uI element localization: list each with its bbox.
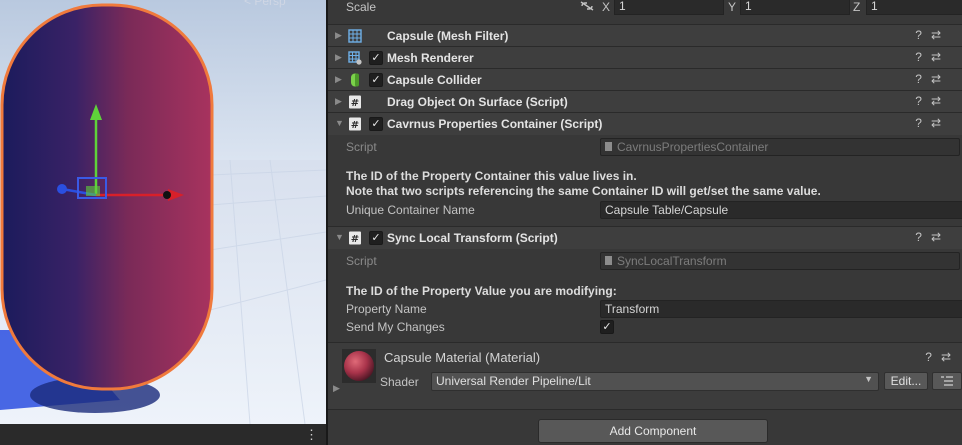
help-icon[interactable]: ?	[915, 116, 931, 130]
mesh-filter-header[interactable]: ▶ Capsule (Mesh Filter) ?⇄	[328, 24, 962, 47]
component-title: Mesh Renderer	[387, 51, 474, 65]
material-title: Capsule Material (Material)	[384, 350, 541, 365]
scene-status-bar	[0, 424, 326, 445]
material-preview-icon	[342, 349, 376, 383]
scale-x-label: X	[602, 0, 611, 14]
help-icon[interactable]: ?	[915, 72, 931, 86]
link-icon[interactable]	[580, 1, 594, 11]
sync-transform-body: Script SyncLocalTransform The ID of the …	[328, 249, 962, 341]
shader-value: Universal Render Pipeline/Lit	[436, 374, 591, 388]
shader-menu-button[interactable]	[932, 372, 962, 390]
more-options-icon[interactable]: ⋮	[305, 428, 318, 441]
mesh-renderer-icon	[348, 51, 362, 65]
foldout-arrow-icon[interactable]: ▼	[335, 232, 344, 242]
component-title: Capsule (Mesh Filter)	[387, 29, 509, 43]
scale-row: Scale X 1 Y 1 Z 1	[328, 0, 962, 24]
help-text-line2: Note that two scripts referencing the sa…	[346, 184, 821, 198]
mesh-filter-icon	[348, 29, 362, 43]
component-title: Drag Object On Surface (Script)	[387, 95, 568, 109]
container-name-field[interactable]: Capsule Table/Capsule	[600, 201, 962, 219]
svg-text:#: #	[351, 98, 359, 109]
settings-icon[interactable]: ⇄	[931, 94, 950, 108]
settings-icon[interactable]: ⇄	[931, 28, 950, 42]
foldout-arrow-icon[interactable]: ▶	[333, 383, 340, 394]
edit-shader-button[interactable]: Edit...	[884, 372, 928, 390]
help-icon[interactable]: ?	[915, 94, 931, 108]
svg-text:#: #	[351, 234, 359, 245]
container-name-label: Unique Container Name	[346, 203, 475, 217]
settings-icon[interactable]: ⇄	[931, 230, 950, 244]
scale-y-field[interactable]: 1	[740, 0, 850, 15]
scene-view[interactable]: < Persp ⋮	[0, 0, 326, 445]
script-icon: #	[349, 117, 361, 131]
material-section: ▶ Capsule Material (Material) ?⇄ Shader …	[328, 342, 962, 410]
help-icon[interactable]: ?	[915, 230, 931, 244]
help-icon[interactable]: ?	[925, 350, 941, 364]
mesh-renderer-header[interactable]: ▶ ✓ Mesh Renderer ?⇄	[328, 46, 962, 69]
help-text-line1: The ID of the Property Container this va…	[346, 169, 637, 183]
drag-object-header[interactable]: ▶ # Drag Object On Surface (Script) ?⇄	[328, 90, 962, 113]
foldout-arrow-icon[interactable]: ▶	[335, 74, 342, 85]
script-icon: #	[349, 95, 361, 109]
script-field[interactable]: SyncLocalTransform	[600, 252, 960, 270]
list-icon	[941, 376, 953, 386]
capsule-collider-icon	[351, 73, 359, 87]
foldout-arrow-icon[interactable]: ▼	[335, 118, 344, 128]
svg-text:#: #	[351, 120, 359, 131]
scale-x-field[interactable]: 1	[614, 0, 724, 15]
scale-z-label: Z	[853, 0, 861, 14]
send-changes-label: Send My Changes	[346, 320, 445, 334]
shader-label: Shader	[380, 375, 419, 389]
scale-z-field[interactable]: 1	[866, 0, 962, 15]
send-changes-checkbox[interactable]: ✓	[600, 320, 614, 334]
chevron-down-icon: ▼	[864, 374, 873, 384]
component-title: Cavrnus Properties Container (Script)	[387, 117, 603, 131]
script-field[interactable]: CavrnusPropertiesContainer	[600, 138, 960, 156]
script-icon: #	[349, 231, 361, 245]
capsule-collider-header[interactable]: ▶ ✓ Capsule Collider ?⇄	[328, 68, 962, 91]
settings-icon[interactable]: ⇄	[931, 50, 950, 64]
help-icon[interactable]: ?	[915, 28, 931, 42]
shader-dropdown[interactable]: Universal Render Pipeline/Lit ▼	[431, 372, 879, 391]
settings-icon[interactable]: ⇄	[931, 116, 950, 130]
property-name-field[interactable]: Transform	[600, 300, 962, 318]
component-title: Sync Local Transform (Script)	[387, 231, 558, 245]
script-label: Script	[346, 254, 377, 268]
scale-y-label: Y	[728, 0, 737, 14]
foldout-arrow-icon[interactable]: ▶	[335, 52, 342, 63]
add-component-button[interactable]: Add Component	[538, 419, 768, 443]
properties-container-body: Script CavrnusPropertiesContainer The ID…	[328, 135, 962, 225]
scene-canvas[interactable]	[0, 0, 326, 445]
script-value: SyncLocalTransform	[617, 254, 727, 268]
settings-icon[interactable]: ⇄	[941, 350, 960, 364]
inspector-panel: Scale X 1 Y 1 Z 1 ▶ Capsule (Mesh Filter…	[328, 0, 962, 445]
settings-icon[interactable]: ⇄	[931, 72, 950, 86]
enabled-checkbox[interactable]: ✓	[369, 231, 383, 245]
foldout-arrow-icon[interactable]: ▶	[335, 96, 342, 107]
enabled-checkbox[interactable]: ✓	[369, 51, 383, 65]
script-label: Script	[346, 140, 377, 154]
properties-container-header[interactable]: ▼ # ✓ Cavrnus Properties Container (Scri…	[328, 112, 962, 135]
scale-label: Scale	[346, 0, 377, 14]
help-icon[interactable]: ?	[915, 50, 931, 64]
sync-transform-header[interactable]: ▼ # ✓ Sync Local Transform (Script) ?⇄	[328, 226, 962, 249]
enabled-checkbox[interactable]: ✓	[369, 117, 383, 131]
help-text: The ID of the Property Value you are mod…	[346, 284, 617, 298]
script-file-icon	[605, 256, 612, 265]
foldout-arrow-icon[interactable]: ▶	[335, 30, 342, 41]
property-name-label: Property Name	[346, 302, 427, 316]
perspective-label[interactable]: < Persp	[244, 0, 286, 8]
component-title: Capsule Collider	[387, 73, 482, 87]
script-file-icon	[605, 142, 612, 151]
enabled-checkbox[interactable]: ✓	[369, 73, 383, 87]
script-value: CavrnusPropertiesContainer	[617, 140, 769, 154]
